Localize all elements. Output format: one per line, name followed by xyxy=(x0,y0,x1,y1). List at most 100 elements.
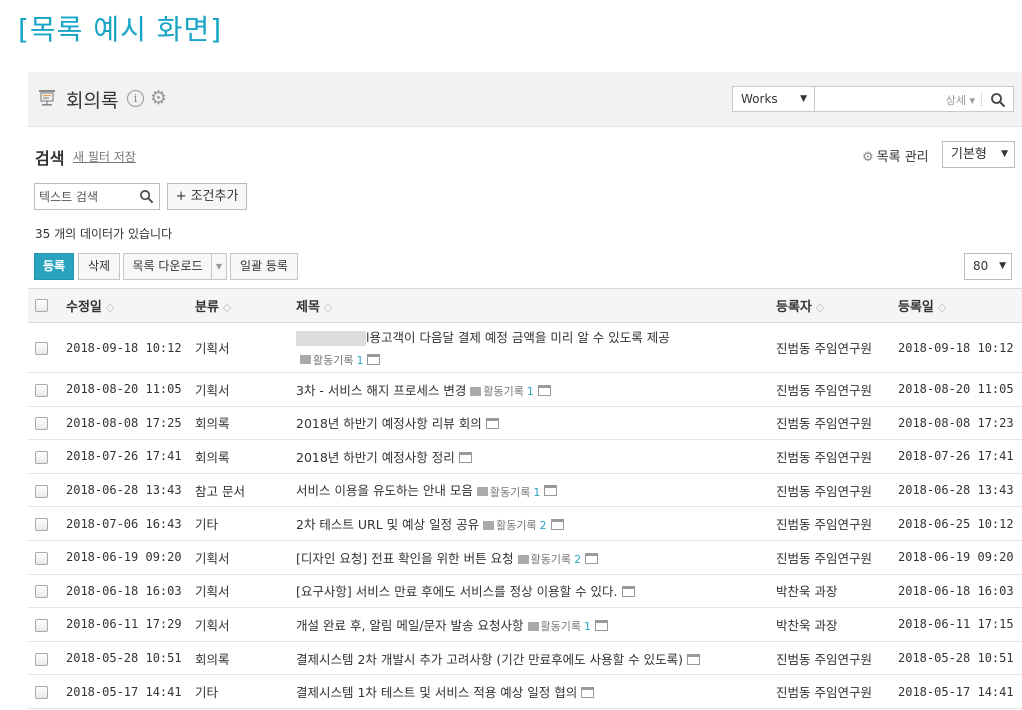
row-title-link[interactable]: 결제시스템 2차 개발시 추가 고려사항 (기간 만료후에도 사용할 수 있도록… xyxy=(296,652,683,667)
table-row[interactable]: 2018-05-17 14:41 기타 결제시스템 1차 테스트 및 서비스 적용 … xyxy=(28,674,1022,709)
col-title[interactable]: 제목 ◇ xyxy=(296,288,776,323)
row-checkbox[interactable] xyxy=(35,686,48,700)
row-title-link[interactable]: [디자인 요청] 전표 확인을 위한 버튼 요청 xyxy=(296,551,514,566)
col-registered[interactable]: 등록일 ◇ xyxy=(898,288,1022,323)
info-icon[interactable]: i xyxy=(127,90,144,107)
open-window-icon[interactable] xyxy=(485,418,499,430)
comment-icon xyxy=(470,386,482,396)
bulk-register-button[interactable]: 일괄 등록 xyxy=(230,253,298,280)
row-title-link[interactable]: [요구사항] 서비스 만료 후에도 서비스를 정상 이용할 수 있다. xyxy=(296,584,618,599)
table-row[interactable]: 2018-06-19 09:20 기획서 [디자인 요청] 전표 확인을 위한 버튼… xyxy=(28,540,1022,575)
page-size-select[interactable]: 80 ▼ xyxy=(964,253,1012,280)
row-checkbox[interactable] xyxy=(35,342,48,355)
table-row[interactable]: 2018-07-26 17:41 회의록 2018년 하반기 예정사항 정리 진범동 … xyxy=(28,439,1022,474)
search-detail-dropdown[interactable]: 상세 ▾ xyxy=(946,92,975,108)
open-window-icon[interactable] xyxy=(621,586,635,598)
table-row[interactable]: 2018-08-20 11:05 기획서 3차 - 서비스 해지 프로세스 변경 활동… xyxy=(28,372,1022,407)
text-search-input[interactable] xyxy=(35,184,135,209)
open-window-icon[interactable] xyxy=(550,518,564,530)
activity-log[interactable]: 활동기록 2 xyxy=(483,517,547,533)
list-download-button[interactable]: 목록 다운로드 xyxy=(123,253,212,280)
row-title-link[interactable]: 2018년 하반기 예정사항 정리 xyxy=(296,450,455,465)
activity-log[interactable]: 활동기록 2 xyxy=(517,551,581,567)
row-registered-date: 2018-05-17 14:41 xyxy=(898,674,1022,709)
open-window-icon[interactable] xyxy=(595,619,609,631)
row-select-cell xyxy=(28,473,66,508)
row-checkbox[interactable] xyxy=(35,518,48,532)
row-checkbox[interactable] xyxy=(35,551,48,565)
row-checkbox[interactable] xyxy=(35,484,48,498)
sort-icon: ◇ xyxy=(815,301,825,314)
row-registered-date: 2018-06-19 09:20 xyxy=(898,540,1022,575)
page-size-value: 80 xyxy=(973,259,989,273)
row-author: 진범동 주임연구원 xyxy=(776,406,898,441)
search-icon[interactable] xyxy=(990,92,1006,108)
open-window-icon[interactable] xyxy=(581,687,595,699)
row-checkbox[interactable] xyxy=(35,585,48,599)
row-title-link[interactable]: l용고객이 다음달 결제 예정 금액을 미리 알 수 있도록 제공 xyxy=(366,330,670,345)
row-modified-date: 2018-08-08 17:25 xyxy=(66,406,195,441)
works-select[interactable]: Works ▼ xyxy=(732,86,815,112)
row-checkbox[interactable] xyxy=(35,652,48,666)
table-row[interactable]: 2018-09-18 10:12 기획서 l용고객이 다음달 결제 예정 금액을 미… xyxy=(28,322,1022,373)
select-all-checkbox[interactable] xyxy=(35,299,48,312)
row-title: 결제시스템 2차 개발시 추가 고려사항 (기간 만료후에도 사용할 수 있도록… xyxy=(296,641,776,676)
activity-log[interactable]: 활동기록 1 xyxy=(470,383,534,399)
activity-log[interactable]: 활동기록 1 xyxy=(300,350,363,372)
download-options-caret-icon[interactable]: ▼ xyxy=(211,253,227,280)
row-checkbox[interactable] xyxy=(35,618,48,632)
activity-log[interactable]: 활동기록 1 xyxy=(476,484,540,500)
add-condition-button[interactable]: + 조건추가 xyxy=(167,183,247,210)
view-type-select[interactable]: 기본형 ▼ xyxy=(942,141,1015,168)
col-category[interactable]: 분류 ◇ xyxy=(195,288,296,323)
table-row[interactable]: 2018-06-11 17:29 기획서 개설 완료 후, 알림 메일/문자 발송 … xyxy=(28,607,1022,642)
table-row[interactable]: 2018-06-18 16:03 기획서 [요구사항] 서비스 만료 후에도 서비스… xyxy=(28,574,1022,609)
row-title: [요구사항] 서비스 만료 후에도 서비스를 정상 이용할 수 있다. xyxy=(296,574,776,609)
chevron-down-icon: ▼ xyxy=(1001,149,1008,159)
row-modified-date: 2018-06-18 16:03 xyxy=(66,574,195,609)
row-title-link[interactable]: 결제시스템 1차 테스트 및 서비스 적용 예상 일정 협의 xyxy=(296,685,577,700)
global-search-input[interactable]: 상세 ▾ xyxy=(815,86,1014,112)
open-window-icon[interactable] xyxy=(537,384,551,396)
activity-log[interactable]: 활동기록 1 xyxy=(527,618,591,634)
row-modified-date: 2018-05-17 14:41 xyxy=(66,674,195,709)
row-checkbox[interactable] xyxy=(35,383,48,397)
table-row[interactable]: 2018-08-08 17:25 회의록 2018년 하반기 예정사항 리뷰 회의 진… xyxy=(28,406,1022,441)
register-button[interactable]: 등록 xyxy=(34,253,74,280)
row-checkbox[interactable] xyxy=(35,417,48,431)
row-title-link[interactable]: 3차 - 서비스 해지 프로세스 변경 xyxy=(296,383,466,398)
list-manage-button[interactable]: ⚙ 목록 관리 xyxy=(862,146,929,165)
open-window-icon[interactable] xyxy=(585,552,599,564)
row-title-link[interactable]: 서비스 이용을 유도하는 안내 모음 xyxy=(296,483,473,498)
open-window-icon[interactable] xyxy=(458,451,472,463)
open-window-icon[interactable] xyxy=(544,485,558,497)
row-title-link[interactable]: 개설 완료 후, 알림 메일/문자 발송 요청사항 xyxy=(296,618,524,633)
open-window-icon[interactable] xyxy=(367,354,381,366)
delete-button[interactable]: 삭제 xyxy=(78,253,120,280)
col-author[interactable]: 등록자 ◇ xyxy=(776,288,898,323)
row-registered-date: 2018-05-28 10:51 xyxy=(898,641,1022,676)
row-select-cell xyxy=(28,674,66,709)
row-title-link[interactable]: 2018년 하반기 예정사항 리뷰 회의 xyxy=(296,416,482,431)
search-icon[interactable] xyxy=(139,189,154,204)
row-select-cell xyxy=(28,574,66,609)
row-checkbox[interactable] xyxy=(35,450,48,464)
row-category: 기획서 xyxy=(195,574,296,609)
open-window-icon[interactable] xyxy=(686,653,700,665)
col-modified[interactable]: 수정일 ◇ xyxy=(66,288,195,323)
settings-gear-icon[interactable]: ⚙ xyxy=(150,88,167,108)
row-select-cell xyxy=(28,506,66,541)
page-caption: [목록 예시 화면] xyxy=(18,13,223,46)
row-author: 진범동 주임연구원 xyxy=(776,322,898,373)
row-select-cell xyxy=(28,439,66,474)
row-modified-date: 2018-09-18 10:12 xyxy=(66,322,195,373)
record-count: 35 개의 데이터가 있습니다 xyxy=(35,227,173,241)
row-select-cell xyxy=(28,322,66,373)
table-row[interactable]: 2018-07-06 16:43 기타 2차 테스트 URL 및 예상 일정 공유 활… xyxy=(28,506,1022,541)
row-registered-date: 2018-06-11 17:15 xyxy=(898,607,1022,642)
row-title-link[interactable]: 2차 테스트 URL 및 예상 일정 공유 xyxy=(296,517,479,532)
save-new-filter-link[interactable]: 새 필터 저장 xyxy=(73,148,136,165)
table-row[interactable]: 2018-06-28 13:43 참고 문서 서비스 이용을 유도하는 안내 모음 활… xyxy=(28,473,1022,508)
row-category: 참고 문서 xyxy=(195,473,296,508)
table-row[interactable]: 2018-05-28 10:51 회의록 결제시스템 2차 개발시 추가 고려사항 … xyxy=(28,641,1022,676)
